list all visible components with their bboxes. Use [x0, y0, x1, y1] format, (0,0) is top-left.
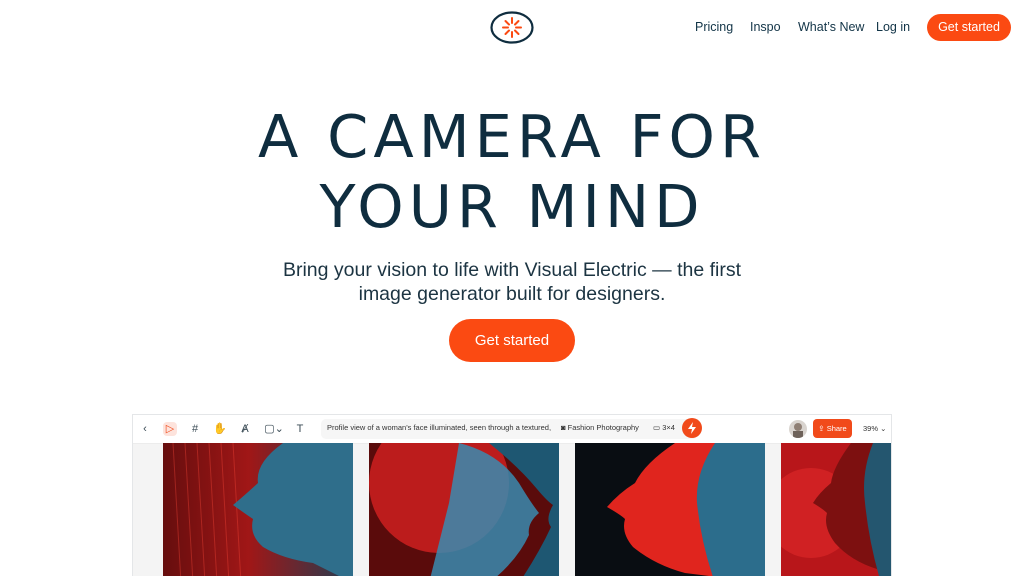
share-button[interactable]: ⇪ Share [813, 419, 852, 438]
prompt-text: Profile view of a woman's face illuminat… [327, 423, 553, 432]
hero-subtitle: Bring your vision to life with Visual El… [262, 258, 762, 306]
share-icon: ⇪ [818, 424, 825, 433]
nav-whats-new[interactable]: What’s New [798, 19, 864, 35]
ratio-icon: ▭ [653, 423, 661, 432]
hero-title-line-1: A CAMERA FOR [258, 102, 766, 171]
sunburst-logo[interactable] [490, 11, 534, 44]
generated-image-1[interactable] [163, 442, 353, 576]
style-label: Fashion Photography [567, 423, 639, 432]
hero-get-started-button[interactable]: Get started [449, 319, 575, 362]
zoom-label: 39% [863, 424, 879, 433]
header-get-started-button[interactable]: Get started [927, 14, 1011, 41]
zoom-selector[interactable]: 39% ⌄ [863, 424, 886, 433]
shape-icon[interactable]: ▢⌄ [263, 422, 285, 436]
hero-subtitle-line-1: Bring your vision to life with Visual El… [282, 259, 742, 281]
nav-pricing[interactable]: Pricing [695, 19, 733, 35]
style-selector[interactable]: ◙ Fashion Photography [561, 423, 639, 432]
ratio-label: 3×4 [662, 423, 675, 432]
share-label: Share [826, 424, 847, 433]
chevron-down-icon: ⌄ [880, 424, 887, 433]
hero-subtitle-line-2: image generator built for designers. [358, 283, 666, 305]
lightning-icon [688, 422, 696, 434]
generated-image-2[interactable] [369, 415, 559, 576]
prompt-input[interactable]: Profile view of a woman's face illuminat… [321, 419, 698, 439]
generated-image-4[interactable] [766, 443, 891, 576]
select-icon[interactable]: ▷ [163, 422, 177, 436]
aspect-ratio-selector[interactable]: ▭ 3×4 [653, 423, 675, 432]
generated-image-3[interactable] [575, 443, 765, 576]
nav-log-in[interactable]: Log in [876, 19, 910, 35]
avatar[interactable] [789, 420, 807, 438]
hand-icon[interactable]: ✋ [213, 422, 227, 436]
hero-title-line-2: YOUR MIND [319, 172, 705, 241]
text-icon[interactable]: T [293, 422, 307, 436]
pen-icon[interactable]: Ⱥ [238, 422, 252, 436]
camera-icon: ◙ [561, 423, 566, 432]
back-icon[interactable]: ‹ [138, 422, 152, 436]
editor-toolbar: ‹ ▷ # ✋ Ⱥ ▢⌄ T Profile view of a woman's… [133, 415, 891, 444]
generate-button[interactable] [682, 418, 702, 438]
nav-inspo[interactable]: Inspo [750, 19, 781, 35]
app-preview: ‹ ▷ # ✋ Ⱥ ▢⌄ T Profile view of a woman's… [132, 414, 892, 576]
frame-icon[interactable]: # [188, 422, 202, 436]
